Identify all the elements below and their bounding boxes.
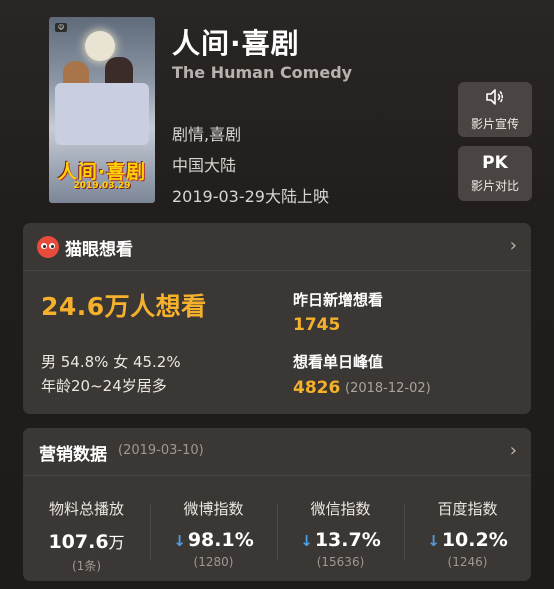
- movie-detail-page: ☺ 人间·喜剧 2019.03.29 人间·喜剧 The Human Comed…: [0, 0, 554, 589]
- peak-label: 想看单日峰值: [293, 353, 384, 371]
- metric-value: ↓ 10.2%: [427, 529, 508, 551]
- metric-sub: (1246): [447, 555, 488, 569]
- yesterday-new-value: 1745: [293, 315, 341, 335]
- metric-label: 物料总播放: [48, 500, 124, 518]
- metric-label: 微博指数: [183, 500, 244, 518]
- down-arrow-icon: ↓: [300, 532, 313, 550]
- peak-value: 4826: [293, 378, 341, 398]
- chevron-right-icon[interactable]: ›: [510, 235, 517, 256]
- metric-sub: (1280): [193, 555, 234, 569]
- movie-poster[interactable]: ☺ 人间·喜剧 2019.03.29: [49, 17, 155, 203]
- marketing-data-card[interactable]: 营销数据 (2019-03-10) › 物料总播放 107.6万 (1条) 微博…: [23, 428, 531, 581]
- movie-release-date: 2019-03-29大陆上映: [172, 187, 329, 206]
- chevron-right-icon[interactable]: ›: [510, 440, 517, 461]
- maoyan-logo-icon: [37, 236, 59, 258]
- promo-button[interactable]: 影片宣传: [458, 82, 532, 137]
- metric-value: ↓ 98.1%: [173, 529, 254, 551]
- gender-ratio: 男 54.8% 女 45.2%: [41, 353, 181, 371]
- speaker-icon: [485, 88, 505, 111]
- metric-sub: (1条): [72, 559, 101, 573]
- poster-lamp-graphic: [85, 31, 115, 61]
- marketing-date: (2019-03-10): [118, 443, 204, 458]
- pk-icon: PK: [482, 153, 508, 173]
- metric-column: 微博指数 ↓ 98.1% (1280): [150, 494, 277, 570]
- metric-sub: (15636): [316, 555, 365, 569]
- age-group: 年龄20~24岁居多: [41, 377, 167, 395]
- yesterday-new-label: 昨日新增想看: [293, 291, 384, 309]
- poster-date: 2019.03.29: [73, 181, 131, 191]
- poster-title: 人间·喜剧: [57, 161, 147, 183]
- want-card-header[interactable]: 猫眼想看 ›: [23, 223, 531, 271]
- down-arrow-icon: ↓: [427, 532, 440, 550]
- want-total: 24.6万人想看: [41, 292, 207, 321]
- compare-button-label: 影片对比: [470, 179, 519, 193]
- poster-bed-graphic: [55, 83, 149, 145]
- want-card-title: 猫眼想看: [65, 240, 133, 260]
- marketing-card-title: 营销数据: [39, 445, 107, 465]
- want-to-see-card[interactable]: 猫眼想看 › 24.6万人想看 男 54.8% 女 45.2% 年龄20~24岁…: [23, 223, 531, 414]
- metric-column: 百度指数 ↓ 10.2% (1246): [404, 494, 531, 570]
- marketing-card-header[interactable]: 营销数据 (2019-03-10) ›: [23, 428, 531, 476]
- down-arrow-icon: ↓: [173, 532, 186, 550]
- movie-genre: 剧情,喜剧: [172, 125, 242, 144]
- metric-column: 物料总播放 107.6万 (1条): [23, 494, 150, 573]
- metric-label: 微信指数: [310, 500, 371, 518]
- metric-value: ↓ 13.7%: [300, 529, 381, 551]
- movie-region: 中国大陆: [172, 156, 237, 175]
- metric-column: 微信指数 ↓ 13.7% (15636): [277, 494, 404, 570]
- metric-label: 百度指数: [437, 500, 498, 518]
- compare-button[interactable]: PK 影片对比: [458, 146, 532, 201]
- metric-value: 107.6万: [48, 531, 125, 553]
- peak-date: (2018-12-02): [345, 381, 431, 396]
- movie-english-title: The Human Comedy: [172, 63, 353, 82]
- movie-title: 人间·喜剧: [172, 27, 300, 60]
- poster-badge: ☺: [55, 23, 68, 32]
- promo-button-label: 影片宣传: [470, 116, 519, 131]
